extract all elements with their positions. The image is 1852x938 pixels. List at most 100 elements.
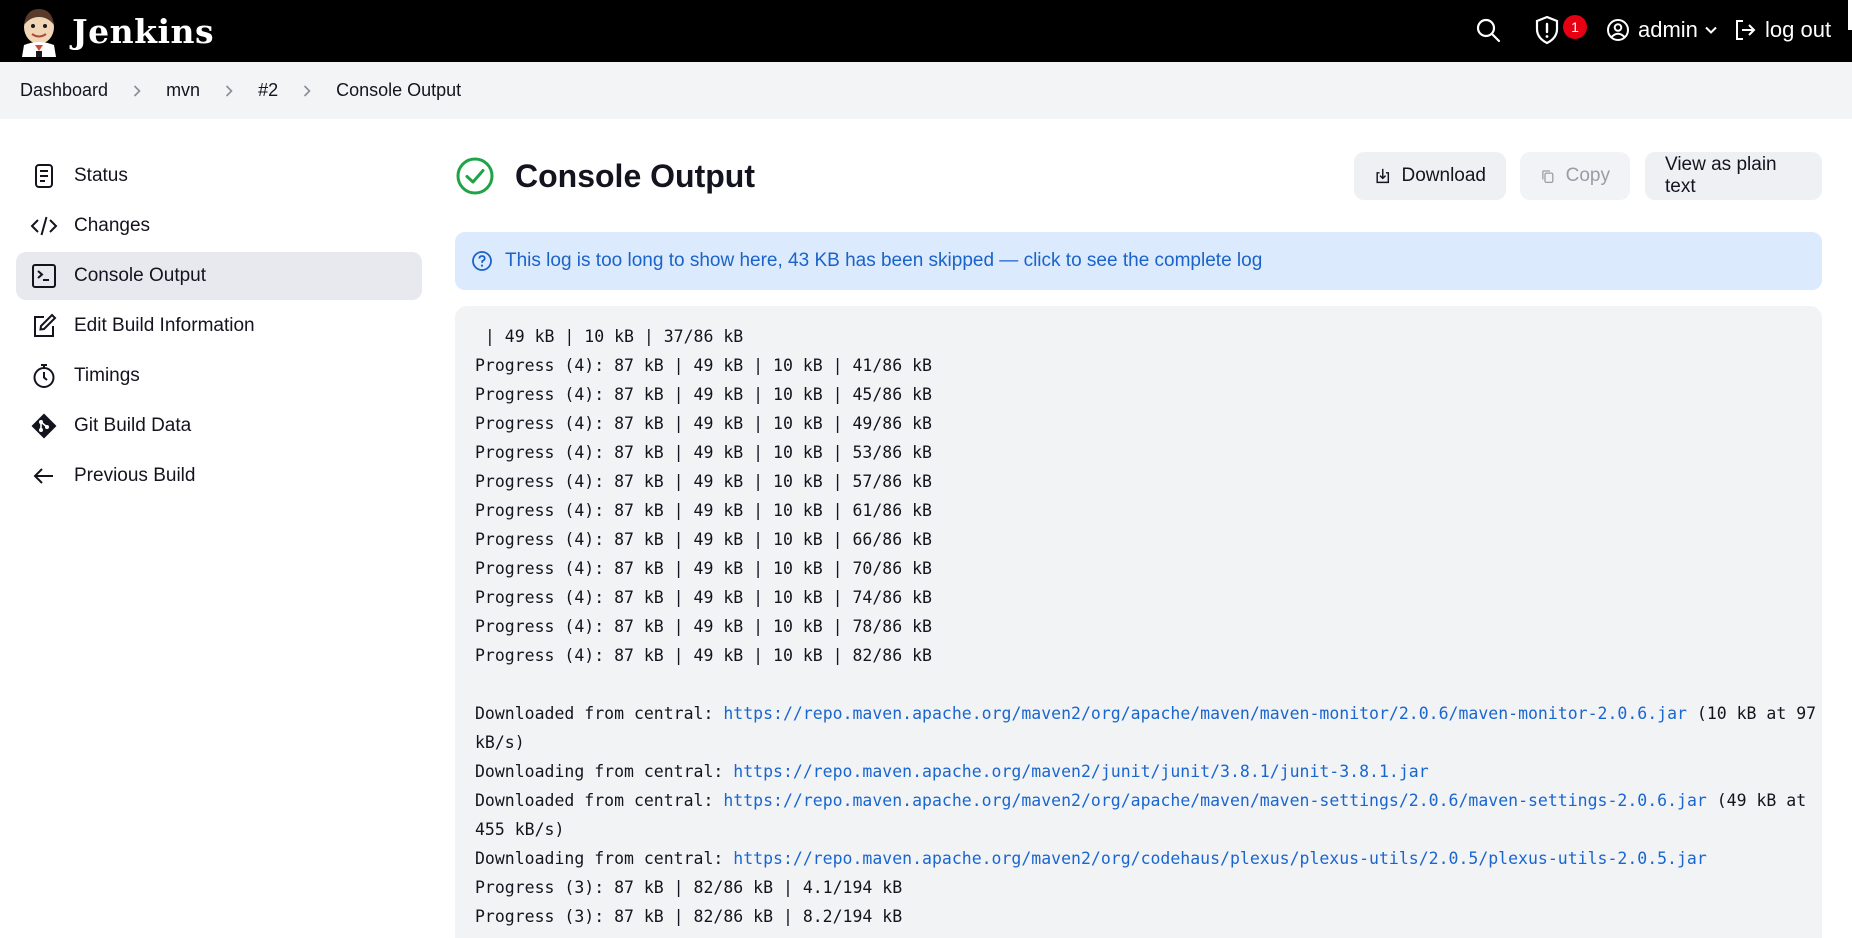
console-line-suffix: (49 kB at bbox=[1706, 791, 1807, 810]
chevron-right-icon bbox=[226, 84, 233, 97]
console-line: Downloading from central: https://repo.m… bbox=[475, 757, 1802, 786]
console-line: Progress (4): 87 kB | 49 kB | 10 kB | 82… bbox=[475, 641, 1802, 670]
sidebar-item-label: Previous Build bbox=[74, 465, 196, 486]
console-line-text: Downloaded from central: bbox=[475, 791, 724, 810]
breadcrumb-current[interactable]: Console Output bbox=[336, 80, 461, 101]
console-line-text: Progress (4): 87 kB | 49 kB | 10 kB | 74… bbox=[475, 588, 932, 607]
console-line: kB/s) bbox=[475, 728, 1802, 757]
console-line-text: Progress (4): 87 kB | 49 kB | 10 kB | 57… bbox=[475, 472, 932, 491]
console-line-text: Progress (4): 87 kB | 49 kB | 10 kB | 70… bbox=[475, 559, 932, 578]
console-line-text: | 49 kB | 10 kB | 37/86 kB bbox=[475, 327, 744, 346]
console-line-text: Progress (4): 87 kB | 49 kB | 10 kB | 53… bbox=[475, 443, 932, 462]
breadcrumb-dashboard[interactable]: Dashboard bbox=[20, 80, 108, 101]
logout-icon bbox=[1736, 20, 1756, 40]
sidebar-item-label: Changes bbox=[74, 215, 151, 236]
console-line-text: Progress (3): 87 kB | 82/86 kB | 4.1/194… bbox=[475, 878, 903, 897]
sidebar-item-label: Git Build Data bbox=[74, 415, 192, 436]
console-line-text: Progress (4): 87 kB | 49 kB | 10 kB | 61… bbox=[475, 501, 932, 520]
console-line: Progress (4): 87 kB | 49 kB | 10 kB | 53… bbox=[475, 438, 1802, 467]
git-icon bbox=[31, 413, 57, 439]
artifact-link[interactable]: https://repo.maven.apache.org/maven2/jun… bbox=[733, 762, 1428, 781]
artifact-link[interactable]: https://repo.maven.apache.org/maven2/org… bbox=[723, 791, 1706, 810]
artifact-link[interactable]: https://repo.maven.apache.org/maven2/org… bbox=[723, 704, 1687, 723]
console-line: Progress (4): 87 kB | 49 kB | 10 kB | 74… bbox=[475, 583, 1802, 612]
artifact-link[interactable]: https://repo.maven.apache.org/maven2/org… bbox=[733, 849, 1707, 868]
console-line: Progress (4): 87 kB | 49 kB | 10 kB | 70… bbox=[475, 554, 1802, 583]
download-label: Download bbox=[1401, 165, 1487, 186]
sidebar-item-label: Console Output bbox=[74, 265, 207, 286]
console-line: Progress (4): 87 kB | 49 kB | 10 kB | 41… bbox=[475, 351, 1802, 380]
sidebar-item-status[interactable]: Status bbox=[16, 152, 422, 200]
breadcrumb-build[interactable]: #2 bbox=[258, 80, 278, 101]
chevron-right-icon bbox=[133, 84, 141, 97]
sidebar-item-console-output[interactable]: Console Output bbox=[16, 252, 422, 300]
console-line-text: Progress (4): 87 kB | 49 kB | 10 kB | 78… bbox=[475, 617, 932, 636]
console-line: Downloaded from central: https://repo.ma… bbox=[475, 699, 1816, 728]
top-navbar: Jenkins 1 admin log out bbox=[0, 0, 1852, 62]
chevron-right-icon bbox=[304, 84, 311, 97]
console-line-text: Downloading from central: bbox=[475, 762, 734, 781]
console-line: Progress (4): 87 kB | 49 kB | 10 kB | 78… bbox=[475, 612, 1802, 641]
download-button[interactable]: Download bbox=[1354, 152, 1506, 200]
console-line-text: Progress (4): 87 kB | 49 kB | 10 kB | 41… bbox=[475, 356, 932, 375]
arrow-left-icon bbox=[33, 468, 53, 484]
sidebar-item-previous-build[interactable]: Previous Build bbox=[16, 452, 422, 500]
console-line: Progress (4): 87 kB | 49 kB | 10 kB | 57… bbox=[475, 467, 1802, 496]
console-line: Progress (3): 87 kB | 82/86 kB | 4.1/194… bbox=[475, 873, 1802, 902]
console-line: | 49 kB | 10 kB | 37/86 kB bbox=[475, 322, 1802, 351]
code-icon bbox=[30, 216, 58, 236]
console-line: 455 kB/s) bbox=[475, 815, 1802, 844]
document-icon bbox=[35, 164, 53, 188]
copy-icon bbox=[1542, 170, 1554, 184]
sidebar-item-git-build-data[interactable]: Git Build Data bbox=[16, 402, 422, 450]
console-line: Downloaded from central: https://repo.ma… bbox=[475, 786, 1806, 815]
console-output: | 49 kB | 10 kB | 37/86 kB Progress (4): … bbox=[455, 306, 1822, 938]
console-line-text: Downloaded from central: bbox=[475, 704, 724, 723]
notice-text: This log is too long to show here, 43 KB… bbox=[505, 250, 1263, 271]
log-skipped-notice[interactable]: This log is too long to show here, 43 KB… bbox=[455, 232, 1822, 290]
sidebar-item-label: Status bbox=[74, 165, 128, 186]
user-icon bbox=[1607, 19, 1629, 41]
title-row: Console Output Download Copy View as pla… bbox=[455, 152, 1822, 202]
stopwatch-icon bbox=[33, 364, 55, 388]
console-line-text: Progress (4): 87 kB | 49 kB | 10 kB | 82… bbox=[475, 646, 932, 665]
breadcrumb-job[interactable]: mvn bbox=[166, 80, 200, 101]
user-name: admin bbox=[1638, 17, 1698, 42]
sidebar-item-timings[interactable]: Timings bbox=[16, 352, 422, 400]
logout-link[interactable]: log out bbox=[1733, 13, 1831, 47]
view-plain-text-button[interactable]: View as plain text bbox=[1645, 152, 1822, 200]
brand-name: Jenkins bbox=[72, 11, 215, 51]
window-edge bbox=[1848, 0, 1852, 30]
sidebar: Status Changes Console Output Edit Build… bbox=[16, 152, 422, 502]
sidebar-item-changes[interactable]: Changes bbox=[16, 202, 422, 250]
page-title: Console Output bbox=[515, 158, 755, 194]
terminal-icon bbox=[32, 264, 56, 288]
console-line: Progress (4): 87 kB | 49 kB | 10 kB | 45… bbox=[475, 380, 1802, 409]
edit-icon bbox=[34, 313, 57, 337]
console-line-text: Progress (4): 87 kB | 49 kB | 10 kB | 49… bbox=[475, 414, 932, 433]
user-menu[interactable]: admin bbox=[1606, 13, 1718, 47]
view-plain-text-label: View as plain text bbox=[1665, 154, 1777, 197]
breadcrumb: Dashboard mvn #2 Console Output bbox=[0, 62, 1852, 119]
console-line: Progress (3): 87 kB | 82/86 kB | 8.2/194… bbox=[475, 902, 1802, 931]
jenkins-home-link[interactable]: Jenkins bbox=[18, 0, 214, 62]
console-line: Progress (4): 87 kB | 49 kB | 10 kB | 49… bbox=[475, 409, 1802, 438]
sidebar-item-edit-build-information[interactable]: Edit Build Information bbox=[16, 302, 422, 350]
console-line-text: Progress (4): 87 kB | 49 kB | 10 kB | 45… bbox=[475, 385, 932, 404]
security-badge[interactable]: 1 bbox=[1563, 15, 1587, 39]
console-line: Downloading from central: https://repo.m… bbox=[475, 844, 1802, 873]
sidebar-item-label: Edit Build Information bbox=[74, 315, 255, 336]
search-icon[interactable] bbox=[1473, 15, 1503, 45]
success-check-icon bbox=[456, 157, 494, 195]
jenkins-logo-icon bbox=[22, 9, 56, 57]
console-line-text: 455 kB/s) bbox=[475, 820, 565, 839]
console-line-text: Progress (3): 87 kB | 82/86 kB | 8.2/194… bbox=[475, 907, 903, 926]
chevron-down-icon bbox=[1705, 26, 1717, 34]
console-line-text: kB/s) bbox=[475, 733, 525, 752]
copy-button[interactable]: Copy bbox=[1520, 152, 1630, 200]
security-shield-icon[interactable] bbox=[1534, 15, 1560, 45]
console-line: Progress (4): 87 kB | 49 kB | 10 kB | 61… bbox=[475, 496, 1802, 525]
help-circle-icon bbox=[472, 251, 492, 271]
console-line-text: Progress (4): 87 kB | 49 kB | 10 kB | 66… bbox=[475, 530, 932, 549]
